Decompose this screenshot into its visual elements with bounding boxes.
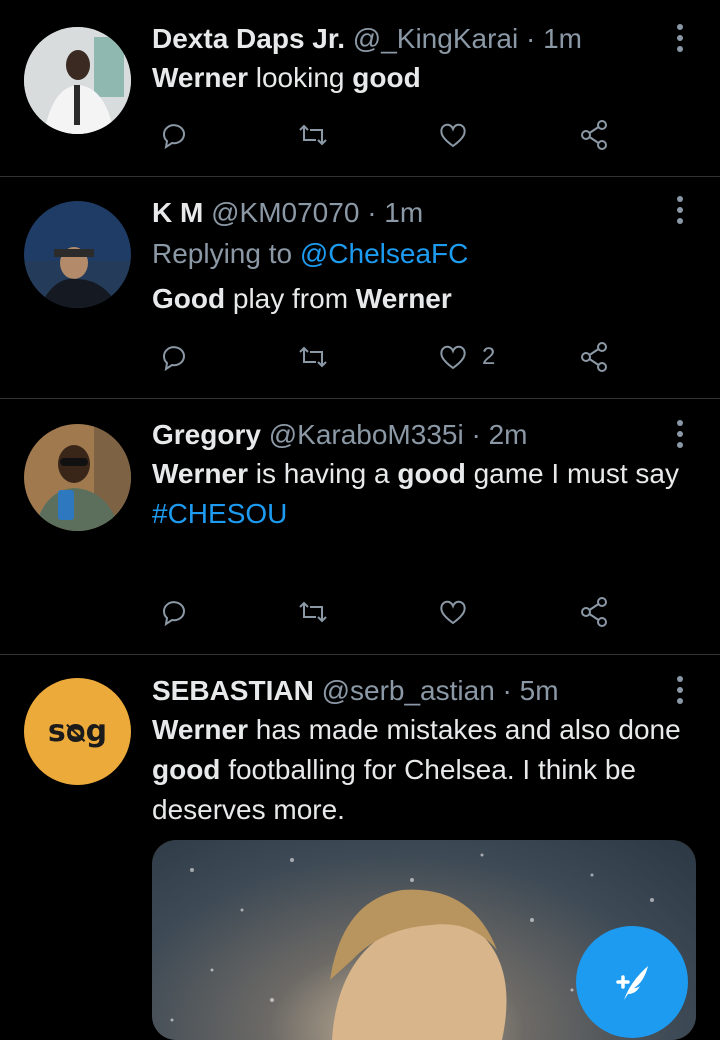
avatar[interactable] xyxy=(24,27,131,134)
like-icon xyxy=(440,345,466,370)
replying-prefix: Replying to xyxy=(152,238,300,269)
text-bold: Werner xyxy=(152,458,248,489)
like-button[interactable]: 2 xyxy=(436,337,495,377)
separator-dot: · xyxy=(367,197,377,228)
like-button[interactable] xyxy=(436,592,470,632)
reply-icon xyxy=(163,601,185,627)
author-handle[interactable]: @KM07070 xyxy=(211,197,359,228)
replying-to: Replying to @ChelseaFC xyxy=(152,234,692,274)
more-icon[interactable] xyxy=(670,18,690,58)
like-icon xyxy=(440,123,466,148)
share-icon xyxy=(581,597,607,627)
avatar-logo: sᴓg xyxy=(47,714,108,749)
more-icon[interactable] xyxy=(670,190,690,230)
tweet-actions xyxy=(156,592,616,632)
retweet-button[interactable] xyxy=(296,115,330,155)
share-button[interactable] xyxy=(578,592,612,632)
tweet-actions xyxy=(156,115,616,155)
like-count: 2 xyxy=(482,343,496,370)
text-bold: Werner xyxy=(355,283,452,314)
tweet-text: Werner looking good xyxy=(152,58,692,98)
text-normal: looking xyxy=(247,62,353,93)
timestamp[interactable]: 5m xyxy=(520,675,559,706)
share-icon xyxy=(581,342,607,372)
avatar[interactable] xyxy=(24,201,131,308)
tweet[interactable]: K M @KM07070 · 1m Replying to @ChelseaFC… xyxy=(0,177,720,399)
share-button[interactable] xyxy=(578,337,612,377)
compose-button[interactable] xyxy=(576,926,688,1038)
timestamp[interactable]: 1m xyxy=(543,23,582,54)
tweet-header: K M @KM07070 · 1m xyxy=(152,194,692,232)
tweet-actions: 2 xyxy=(156,337,616,377)
reply-button[interactable] xyxy=(156,337,190,377)
reply-button[interactable] xyxy=(156,115,190,155)
author-name[interactable]: SEBASTIAN xyxy=(152,675,314,706)
author-handle[interactable]: @KaraboM335i xyxy=(269,419,464,450)
tweet[interactable]: Gregory @KaraboM335i · 2m Werner is havi… xyxy=(0,399,720,655)
text-normal: has made mistakes and also done xyxy=(247,714,681,745)
author-handle[interactable]: @_KingKarai xyxy=(353,23,518,54)
tweet-header: Gregory @KaraboM335i · 2m xyxy=(152,416,692,454)
text-normal: game I must say xyxy=(465,458,679,489)
mention-link[interactable]: @ChelseaFC xyxy=(300,238,468,269)
like-icon xyxy=(440,600,466,625)
separator-dot: · xyxy=(525,23,536,54)
retweet-button[interactable] xyxy=(296,337,330,377)
author-name[interactable]: Dexta Daps Jr. xyxy=(152,23,345,54)
avatar[interactable] xyxy=(24,424,131,531)
more-icon[interactable] xyxy=(670,670,690,710)
more-icon[interactable] xyxy=(670,414,690,454)
like-button[interactable] xyxy=(436,115,470,155)
text-normal: footballing for Chelsea. I think be dese… xyxy=(152,754,637,825)
reply-icon xyxy=(163,346,185,372)
tweet-header: Dexta Daps Jr. @_KingKarai · 1m xyxy=(152,20,692,58)
reply-button[interactable] xyxy=(156,592,190,632)
share-icon xyxy=(581,120,607,150)
tweet-text: Werner has made mistakes and also done g… xyxy=(152,710,692,830)
share-button[interactable] xyxy=(578,115,612,155)
text-normal: is having a xyxy=(247,458,398,489)
text-bold: Werner xyxy=(152,62,248,93)
author-name[interactable]: Gregory xyxy=(152,419,261,450)
tweet-text: Good play from Werner xyxy=(152,279,692,319)
retweet-button[interactable] xyxy=(296,592,330,632)
hashtag-link[interactable]: #CHESOU xyxy=(152,494,692,534)
retweet-icon xyxy=(299,346,327,368)
tweet-text: Werner is having a good game I must say xyxy=(152,454,692,494)
tweet-header: SEBASTIAN @serb_astian · 5m xyxy=(152,672,692,710)
avatar[interactable]: sᴓg xyxy=(24,678,131,785)
compose-icon xyxy=(616,966,648,1000)
text-bold: Good xyxy=(152,283,226,314)
timestamp[interactable]: 2m xyxy=(489,419,528,450)
text-bold: good xyxy=(352,62,421,93)
separator-dot: · xyxy=(471,419,481,450)
text-bold: good xyxy=(397,458,466,489)
author-handle[interactable]: @serb_astian xyxy=(322,675,495,706)
retweet-icon xyxy=(299,601,327,623)
timestamp[interactable]: 1m xyxy=(384,197,423,228)
reply-icon xyxy=(163,124,185,150)
separator-dot: · xyxy=(502,675,512,706)
tweet[interactable]: Dexta Daps Jr. @_KingKarai · 1m Werner l… xyxy=(0,0,720,177)
text-normal: play from xyxy=(225,283,356,314)
text-bold: Werner xyxy=(152,714,248,745)
author-name[interactable]: K M xyxy=(152,197,203,228)
retweet-icon xyxy=(299,124,327,146)
text-bold: good xyxy=(152,754,221,785)
